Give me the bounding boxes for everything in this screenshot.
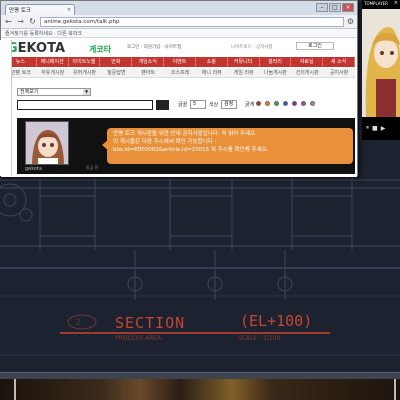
color-swatch[interactable] bbox=[265, 101, 270, 106]
cad-section-number: 2 bbox=[76, 318, 82, 327]
sub-nav-item[interactable]: 자유게시판 bbox=[37, 68, 69, 77]
avatar-name: gekota bbox=[25, 166, 43, 172]
window-controls: – □ × bbox=[316, 3, 354, 12]
anime-avatar-image bbox=[26, 122, 68, 164]
color-swatch[interactable] bbox=[283, 101, 288, 106]
main-nav-item[interactable]: 새 소식 bbox=[323, 57, 355, 67]
top-links-right[interactable]: 나이트로드 · 공지사항 bbox=[231, 44, 273, 50]
color-label: 색상 bbox=[209, 102, 219, 108]
bottom-window-frame bbox=[14, 379, 396, 400]
font-size-label: 글꼴 bbox=[178, 102, 188, 108]
color-swatch[interactable] bbox=[301, 101, 306, 106]
cad-scale: SCALE : 1/100 bbox=[238, 335, 281, 342]
sub-nav-item[interactable]: 건의게시판 bbox=[291, 68, 323, 77]
tab-bar: 만평 토크 × – □ × bbox=[1, 1, 357, 15]
main-nav-item[interactable]: 자료실 bbox=[291, 57, 324, 67]
back-icon[interactable]: ← bbox=[4, 17, 13, 26]
sub-nav-item[interactable]: 유머게시판 bbox=[69, 68, 101, 77]
color-select[interactable]: 검정 bbox=[221, 100, 237, 109]
wrench-icon[interactable]: ⚙ bbox=[347, 17, 354, 26]
cad-subtitle: PROCESS AREA bbox=[115, 335, 162, 342]
bookmarks-bar[interactable]: 즐겨찾기를 등록하세요 · 다른 북마크 bbox=[1, 29, 357, 38]
main-nav-item[interactable]: 쇼핑 bbox=[196, 57, 228, 67]
color-swatch[interactable] bbox=[256, 101, 261, 106]
stop-icon[interactable]: ■ bbox=[372, 125, 378, 132]
site-logo-sub: 게코타 bbox=[89, 45, 112, 54]
font-size-select[interactable]: 5 bbox=[190, 100, 206, 109]
color-swatches bbox=[256, 101, 315, 106]
sub-nav-item[interactable]: 애니 리뷰 bbox=[196, 68, 228, 77]
avatar[interactable] bbox=[25, 121, 69, 165]
tab-title: 만평 토크 bbox=[9, 8, 31, 14]
filter-select-value: 전체보기 bbox=[20, 89, 39, 95]
close-window-button[interactable]: × bbox=[342, 3, 354, 12]
color-swatch[interactable] bbox=[274, 101, 279, 106]
player-title: TOMPLAYER bbox=[364, 1, 388, 6]
login-button[interactable]: 로그인 bbox=[296, 42, 334, 50]
player-controls: ⏸ ■ ▶ bbox=[362, 122, 400, 134]
chat-line[interactable]: bbs.id=E000002&article.id=23015 위 주소를 확인… bbox=[113, 146, 347, 154]
message-time: 방금 전 bbox=[86, 165, 99, 170]
sub-nav: 만평 토크 자유게시판 유머게시판 질문답변 팬아트 코스프레 애니 리뷰 게임… bbox=[5, 68, 355, 78]
send-button[interactable] bbox=[156, 100, 169, 110]
bold-label[interactable]: 굵게 bbox=[245, 101, 254, 108]
chevron-down-icon: ▼ bbox=[83, 89, 90, 95]
player-video-frame[interactable] bbox=[362, 9, 400, 117]
browser-tab[interactable]: 만평 토크 × bbox=[5, 4, 75, 15]
sub-nav-item[interactable]: 공지사항 bbox=[323, 68, 355, 77]
nav-bar: ← → ↻ anime.gekota.com/talk.php ⚙ bbox=[1, 15, 357, 29]
main-nav-item[interactable]: 라이트노벨 bbox=[69, 57, 101, 67]
web-page: GEKOTA 게코타 로그인 · 회원가입 · 사이트맵 나이트로드 · 공지사… bbox=[1, 38, 357, 177]
player-close-icon[interactable]: × bbox=[394, 0, 398, 6]
color-swatch[interactable] bbox=[310, 101, 315, 106]
reload-icon[interactable]: ↻ bbox=[28, 17, 37, 26]
tab-close-icon[interactable]: × bbox=[67, 7, 71, 13]
main-nav-item[interactable]: 커뮤니티 bbox=[228, 57, 260, 67]
main-nav-item[interactable]: 만화 bbox=[100, 57, 133, 67]
explorer-sidebar bbox=[0, 40, 12, 176]
chat-bubble: 만평 토크 게시판을 위한 안내 공지사항입니다. 꼭 읽어 주세요. 이 게시… bbox=[107, 128, 353, 164]
message-input[interactable] bbox=[17, 100, 153, 110]
filter-select[interactable]: 전체보기 ▼ bbox=[17, 88, 91, 96]
sub-nav-item[interactable]: 코스프레 bbox=[164, 68, 196, 77]
cad-elevation: (EL+100) bbox=[240, 312, 313, 330]
pause-icon[interactable]: ⏸ bbox=[366, 124, 369, 132]
minimize-button[interactable]: – bbox=[316, 3, 328, 12]
main-nav-item[interactable]: 애니메이션 bbox=[37, 57, 69, 67]
maximize-button[interactable]: □ bbox=[329, 3, 341, 12]
anime-video-image bbox=[362, 9, 400, 117]
forward-icon[interactable]: → bbox=[16, 17, 25, 26]
browser-window: 만평 토크 × – □ × ← → ↻ anime.gekota.com/tal… bbox=[0, 0, 358, 177]
main-nav-item[interactable]: 게임소식 bbox=[132, 57, 165, 67]
chat-line: 이 게시물은 다음 주소에서 확인 가능합니다 : bbox=[113, 139, 217, 145]
taskbar-strip bbox=[0, 372, 400, 379]
sub-nav-item[interactable]: 팬아트 bbox=[132, 68, 164, 77]
site-logo[interactable]: GEKOTA bbox=[7, 41, 65, 56]
play-icon[interactable]: ▶ bbox=[381, 125, 386, 132]
main-nav: 뉴스 애니메이션 라이트노벨 만화 게임소식 이벤트 쇼핑 커뮤니티 갤러리 자… bbox=[5, 57, 355, 67]
sub-nav-item[interactable]: 게임 리뷰 bbox=[228, 68, 260, 77]
cad-section-title: SECTION bbox=[115, 314, 186, 332]
main-nav-item[interactable]: 이벤트 bbox=[164, 57, 196, 67]
video-player: TOMPLAYER × ⏸ ■ ▶ bbox=[362, 0, 400, 140]
chat-area: gekota 방금 전 만평 토크 게시판을 위한 안내 공지사항입니다. 꼭 … bbox=[17, 118, 355, 174]
address-bar[interactable]: anime.gekota.com/talk.php bbox=[40, 16, 344, 27]
top-links[interactable]: 로그인 · 회원가입 · 사이트맵 bbox=[127, 44, 181, 50]
sub-nav-item[interactable]: 나눔게시판 bbox=[260, 68, 292, 77]
main-nav-item[interactable]: 갤러리 bbox=[260, 57, 292, 67]
chat-line: 만평 토크 게시판을 위한 안내 공지사항입니다. 꼭 읽어 주세요. bbox=[113, 131, 257, 137]
color-swatch[interactable] bbox=[292, 101, 297, 106]
sub-nav-item[interactable]: 질문답변 bbox=[100, 68, 132, 77]
